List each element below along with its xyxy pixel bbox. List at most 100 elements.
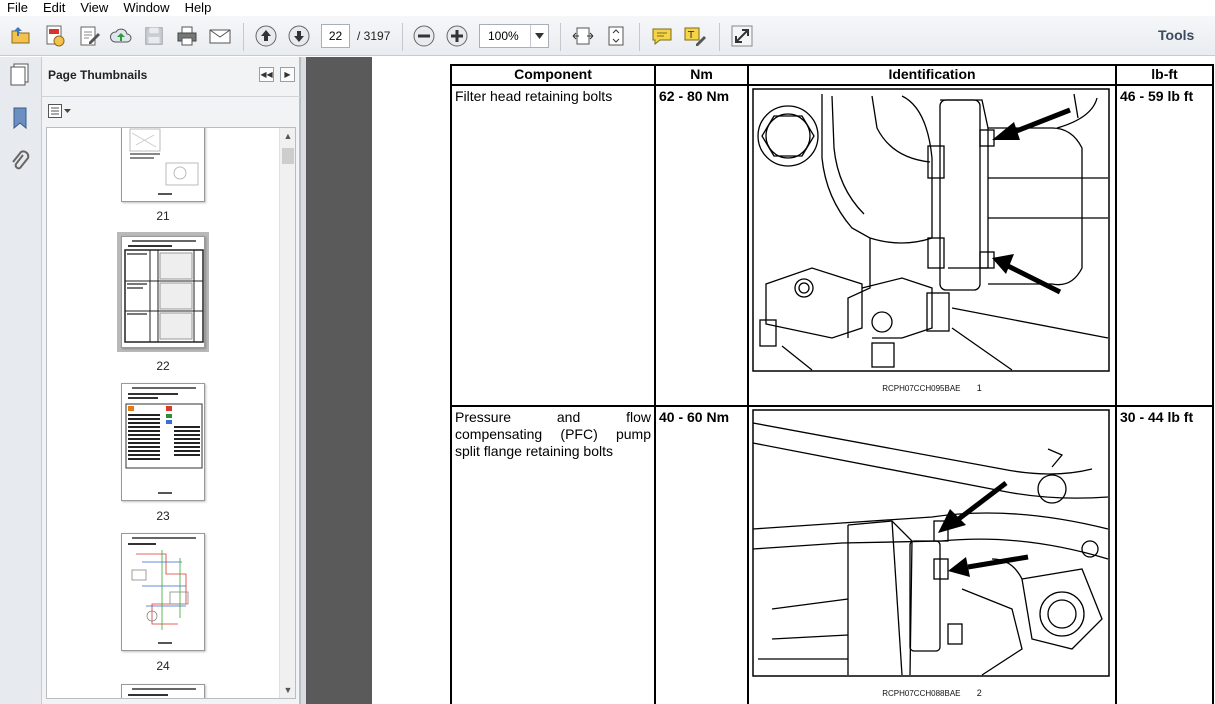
expand-arrows-icon — [731, 25, 753, 47]
menu-edit[interactable]: Edit — [36, 1, 73, 15]
thumbnail-page-24[interactable] — [121, 533, 205, 651]
upload-button[interactable] — [108, 23, 134, 49]
panel-header: Page Thumbnails ◀◀ ▶ — [42, 57, 300, 97]
thumbnail-label: 23 — [156, 509, 170, 523]
column-header-identification: Identification — [747, 64, 1117, 86]
thumbnail-label: 21 — [156, 209, 170, 223]
column-header-nm: Nm — [654, 64, 749, 86]
thumbnail-page-22[interactable] — [121, 236, 205, 348]
scroll-up-icon[interactable]: ▲ — [280, 128, 295, 144]
edit-pdf-button[interactable] — [76, 23, 102, 49]
navigation-rail — [0, 57, 42, 704]
figure-number: 1 — [976, 383, 982, 393]
highlight-button[interactable]: T — [682, 23, 708, 49]
bookmarks-toggle[interactable] — [6, 104, 34, 132]
zoom-out-button[interactable] — [411, 23, 437, 49]
thumbnail-list[interactable]: 21 22 23 24 ▲ ▼ — [46, 127, 296, 699]
thumbnail-page-23[interactable] — [121, 383, 205, 501]
table-row: Pressure and flow compensating (PFC) pum… — [450, 405, 1214, 704]
email-button[interactable] — [207, 23, 233, 49]
create-pdf-icon — [46, 25, 65, 47]
triangle-right-icon: ▶ — [284, 70, 291, 79]
fit-page-icon — [608, 26, 624, 46]
figure-caption: RCPH07CCH088BAE 2 — [752, 685, 1112, 702]
thumbnail-panel: Page Thumbnails ◀◀ ▶ 21 22 23 24 ▲ ▼ — [42, 57, 300, 704]
speech-bubble-icon — [652, 28, 672, 46]
comment-button[interactable] — [649, 23, 675, 49]
zoom-value: 100% — [488, 29, 519, 43]
expand-button[interactable] — [729, 23, 755, 49]
thumbnail-page-21[interactable] — [121, 128, 205, 202]
panel-menu-button[interactable]: ▶ — [280, 67, 295, 82]
printer-icon — [177, 26, 197, 46]
column-header-component: Component — [450, 64, 656, 86]
identification-cell: RCPH07CCH095BAE 1 — [747, 84, 1117, 407]
thumbnail-preview — [122, 237, 204, 347]
thumbnail-options-button[interactable] — [48, 103, 72, 119]
toolbar-separator — [639, 23, 640, 51]
plus-circle-icon — [446, 25, 468, 47]
open-folder-icon — [11, 27, 30, 44]
open-button[interactable] — [8, 23, 34, 49]
table-row: Filter head retaining bolts 62 - 80 Nm R… — [450, 84, 1214, 407]
toolbar: 22 / 3197 100% T Tools — [0, 16, 1215, 56]
create-pdf-button[interactable] — [42, 23, 68, 49]
thumbnail-label: 24 — [156, 659, 170, 673]
chevron-down-icon[interactable] — [530, 25, 548, 47]
edit-document-icon — [80, 26, 100, 46]
table-header-row: Component Nm Identification lb-ft — [450, 64, 1214, 86]
collapse-panel-button[interactable]: ◀◀ — [259, 67, 274, 82]
fit-width-button[interactable] — [570, 23, 596, 49]
identification-cell: RCPH07CCH088BAE 2 — [747, 405, 1117, 704]
thumbnail-scrollbar[interactable]: ▲ ▼ — [279, 128, 295, 698]
scrollbar-thumb[interactable] — [282, 148, 294, 164]
figure-number: 2 — [976, 688, 982, 698]
document-page: Component Nm Identification lb-ft Filter… — [372, 57, 1215, 704]
thumbnail-label: 22 — [156, 359, 170, 373]
lbft-cell: 46 - 59 lb ft — [1115, 84, 1214, 407]
menu-bar: File Edit View Window Help — [0, 0, 1215, 16]
menu-view[interactable]: View — [73, 1, 116, 15]
cloud-upload-icon — [109, 28, 132, 43]
attachments-toggle[interactable] — [6, 148, 34, 176]
scroll-down-icon[interactable]: ▼ — [280, 682, 295, 698]
next-page-button[interactable] — [286, 23, 312, 49]
tools-link[interactable]: Tools — [1158, 27, 1194, 43]
previous-page-button[interactable] — [253, 23, 279, 49]
lbft-cell: 30 - 44 lb ft — [1115, 405, 1214, 704]
fit-page-button[interactable] — [603, 23, 629, 49]
document-background — [306, 57, 372, 704]
envelope-icon — [209, 29, 231, 44]
svg-text:T: T — [687, 30, 695, 41]
thumbnail-preview — [129, 128, 199, 195]
toolbar-separator — [243, 23, 244, 51]
thumbnail-preview — [128, 537, 196, 644]
filter-head-illustration — [752, 88, 1110, 372]
column-header-lbft: lb-ft — [1115, 64, 1214, 86]
figure-caption: RCPH07CCH095BAE 1 — [752, 380, 1112, 397]
zoom-select[interactable]: 100% — [479, 24, 549, 48]
options-list-icon — [48, 104, 71, 118]
figure-code: RCPH07CCH088BAE — [882, 689, 961, 698]
page-total: / 3197 — [357, 29, 391, 43]
paperclip-icon — [12, 150, 30, 170]
menu-window[interactable]: Window — [116, 1, 177, 15]
arrow-down-circle-icon — [288, 25, 310, 47]
thumbnail-preview — [125, 387, 203, 494]
menu-help[interactable]: Help — [178, 1, 220, 15]
zoom-in-button[interactable] — [444, 23, 470, 49]
torque-table: Component Nm Identification lb-ft Filter… — [450, 64, 1214, 704]
component-cell: Filter head retaining bolts — [450, 84, 656, 407]
thumbnail-page-next[interactable] — [121, 684, 205, 698]
menu-file[interactable]: File — [0, 1, 36, 15]
panel-title: Page Thumbnails — [48, 68, 148, 82]
page-thumbnails-toggle[interactable] — [6, 61, 34, 89]
nm-cell: 62 - 80 Nm — [654, 84, 749, 407]
double-chevron-left-icon: ◀◀ — [260, 70, 273, 79]
toolbar-separator — [402, 23, 403, 51]
arrow-up-circle-icon — [255, 25, 277, 47]
print-button[interactable] — [174, 23, 200, 49]
save-button[interactable] — [141, 23, 167, 49]
page-number-input[interactable]: 22 — [321, 24, 350, 48]
toolbar-separator — [719, 23, 720, 51]
